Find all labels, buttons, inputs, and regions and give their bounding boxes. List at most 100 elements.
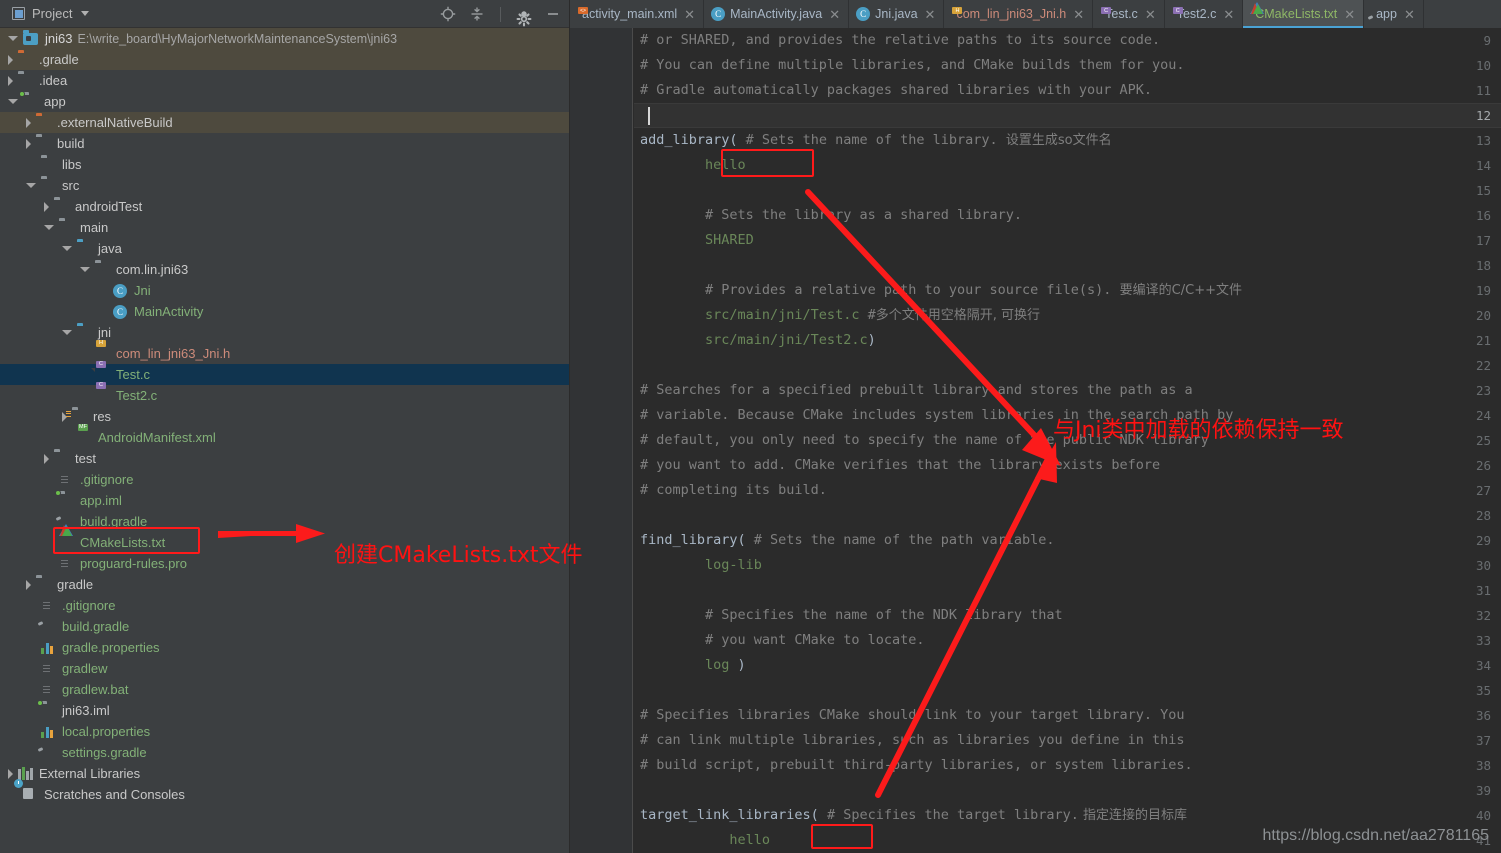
header-file-icon: H	[95, 339, 111, 361]
tree-item-label: java	[98, 241, 122, 256]
collapse-triangle-icon[interactable]	[62, 246, 72, 251]
tab-mainactivity-java[interactable]: C MainActivity.java ✕	[704, 0, 850, 28]
tab-com-lin-jni63-jni-h[interactable]: Hcom_lin_jni63_Jni.h ✕	[944, 0, 1094, 28]
module-folder-icon	[37, 699, 57, 718]
tree-item-mainactivity[interactable]: C MainActivity	[0, 301, 569, 322]
collapse-triangle-icon[interactable]	[8, 99, 18, 104]
project-root-row[interactable]: jni63 E:\write_board\HyMajorNetworkMaint…	[0, 28, 569, 49]
project-tree: .gradle .idea app .externalNativeBuild build…	[0, 49, 569, 805]
tab-test-c[interactable]: C Test.c ✕	[1093, 0, 1165, 28]
properties-file-icon	[41, 641, 57, 655]
tree-item-gradle-properties[interactable]: gradle.properties	[0, 637, 569, 658]
folder-icon	[54, 452, 70, 466]
tree-item-label: MainActivity	[134, 304, 204, 319]
tree-item-main[interactable]: main	[0, 217, 569, 238]
code-line: # Sets the library as a shared library.	[640, 207, 1023, 223]
expand-triangle-icon[interactable]	[26, 117, 31, 128]
tree-item--gradle[interactable]: .gradle	[0, 49, 569, 70]
tree-item-app-iml[interactable]: app.iml	[0, 489, 569, 511]
tab-close-icon[interactable]: ✕	[684, 8, 695, 21]
collapse-triangle-icon[interactable]	[44, 225, 54, 230]
folder-icon	[54, 200, 70, 214]
tree-item-local-properties[interactable]: local.properties	[0, 721, 569, 742]
tree-item-test[interactable]: test	[0, 448, 569, 469]
folder-icon	[41, 158, 57, 172]
collapse-triangle-icon[interactable]	[80, 267, 90, 272]
tree-item-build[interactable]: build	[0, 133, 569, 154]
tab-close-icon[interactable]: ✕	[1073, 8, 1084, 21]
minimize-icon[interactable]	[545, 6, 561, 22]
project-root-name: jni63	[45, 31, 73, 46]
tree-item-label: build.gradle	[62, 619, 130, 634]
chevron-down-icon[interactable]	[81, 11, 90, 16]
tree-item-label: build	[57, 136, 85, 151]
tab-jni-java[interactable]: C Jni.java ✕	[849, 0, 945, 28]
collapse-all-icon[interactable]	[469, 6, 485, 22]
note-jni-dependency: 与Jni类中加载的依赖保持一致	[1053, 418, 1344, 443]
tree-item-test-c[interactable]: C Test.c	[0, 360, 569, 385]
tree-item-gradlew[interactable]: gradlew	[0, 658, 569, 679]
code-line: SHARED	[640, 232, 754, 248]
tab-close-icon[interactable]: ✕	[1145, 8, 1156, 21]
tree-item-label: src	[62, 178, 80, 193]
tree-item-settings-gradle[interactable]: settings.gradle	[0, 742, 569, 763]
text-file-icon	[41, 599, 57, 613]
expand-triangle-icon[interactable]	[8, 36, 18, 41]
tree-item-external-libraries[interactable]: External Libraries	[0, 763, 569, 784]
expand-triangle-icon[interactable]	[8, 54, 13, 65]
tree-item--externalnativebuild[interactable]: .externalNativeBuild	[0, 112, 569, 133]
gradle-file-icon	[41, 746, 57, 760]
tree-item-build-gradle[interactable]: build.gradle	[0, 511, 569, 532]
tree-item--gitignore[interactable]: .gitignore	[0, 595, 569, 616]
tab-activity-main-xml[interactable]: <> activity_main.xml ✕	[570, 0, 705, 28]
folder-icon	[36, 137, 52, 151]
expand-triangle-icon[interactable]	[8, 768, 13, 779]
tab-label: app	[1376, 7, 1397, 21]
tree-item--idea[interactable]: .idea	[0, 70, 569, 91]
expand-triangle-icon[interactable]	[8, 75, 13, 86]
tab-close-icon[interactable]: ✕	[925, 8, 936, 21]
tab-close-icon[interactable]: ✕	[829, 8, 840, 21]
code-line: src/main/jni/Test.c #多个文件用空格隔开, 可换行	[640, 307, 1040, 323]
code-line: # Specifies the name of the NDK library …	[640, 607, 1063, 623]
collapse-triangle-icon[interactable]	[26, 183, 36, 188]
tab-test2-c[interactable]: C Test2.c ✕	[1165, 0, 1244, 28]
project-panel-selector[interactable]: Project	[0, 6, 90, 21]
line-number: 13	[1475, 133, 1491, 148]
tree-item-app[interactable]: app	[0, 90, 569, 112]
tree-item-gradle[interactable]: gradle	[0, 574, 569, 595]
tree-item-com-lin-jni63-jni-h[interactable]: Hcom_lin_jni63_Jni.h	[0, 339, 569, 364]
tree-item-androidtest[interactable]: androidTest	[0, 196, 569, 217]
tree-item-label: Test2.c	[116, 388, 158, 403]
text-file-icon	[59, 473, 75, 487]
tab-close-icon[interactable]: ✕	[1223, 8, 1234, 21]
settings-gear-icon[interactable]	[516, 6, 532, 27]
tree-item-jni63-iml[interactable]: jni63.iml	[0, 699, 569, 721]
tab-label: MainActivity.java	[730, 7, 823, 21]
tree-item-src[interactable]: src	[0, 175, 569, 196]
collapse-triangle-icon[interactable]	[62, 330, 72, 335]
tree-item-jni[interactable]: jni	[0, 322, 569, 343]
tree-item--gitignore[interactable]: .gitignore	[0, 469, 569, 490]
tree-item-test2-c[interactable]: C Test2.c	[0, 381, 569, 406]
expand-triangle-icon[interactable]	[44, 453, 49, 464]
tree-item-scratches-and-consoles[interactable]: Scratches and Consoles	[0, 778, 569, 805]
tree-item-libs[interactable]: libs	[0, 154, 569, 175]
locate-icon[interactable]	[440, 6, 456, 22]
tree-item-androidmanifest-xml[interactable]: MF AndroidManifest.xml	[0, 423, 569, 448]
tree-item-build-gradle[interactable]: build.gradle	[0, 616, 569, 637]
expand-triangle-icon[interactable]	[44, 201, 49, 212]
tree-item-com-lin-jni63[interactable]: com.lin.jni63	[0, 259, 569, 280]
tab-close-icon[interactable]: ✕	[1404, 8, 1415, 21]
expand-triangle-icon[interactable]	[26, 138, 31, 149]
expand-triangle-icon[interactable]	[26, 579, 31, 590]
tree-item-gradlew-bat[interactable]: gradlew.bat	[0, 679, 569, 700]
tree-item-jni[interactable]: C Jni	[0, 280, 569, 301]
code-line: # Searches for a specified prebuilt libr…	[640, 382, 1193, 398]
code-editor[interactable]: 9 10 11 12 13 14 15 16 17 18 19 20 21 22 23 24 25 26 27 28 2…	[570, 28, 1501, 853]
line-number: 33	[1475, 633, 1491, 648]
tab-app[interactable]: app ✕	[1364, 0, 1424, 28]
tree-item-java[interactable]: java	[0, 238, 569, 259]
tab-cmakelists-txt[interactable]: CMakeLists.txt ✕	[1243, 0, 1365, 28]
tab-close-icon[interactable]: ✕	[1344, 8, 1355, 21]
